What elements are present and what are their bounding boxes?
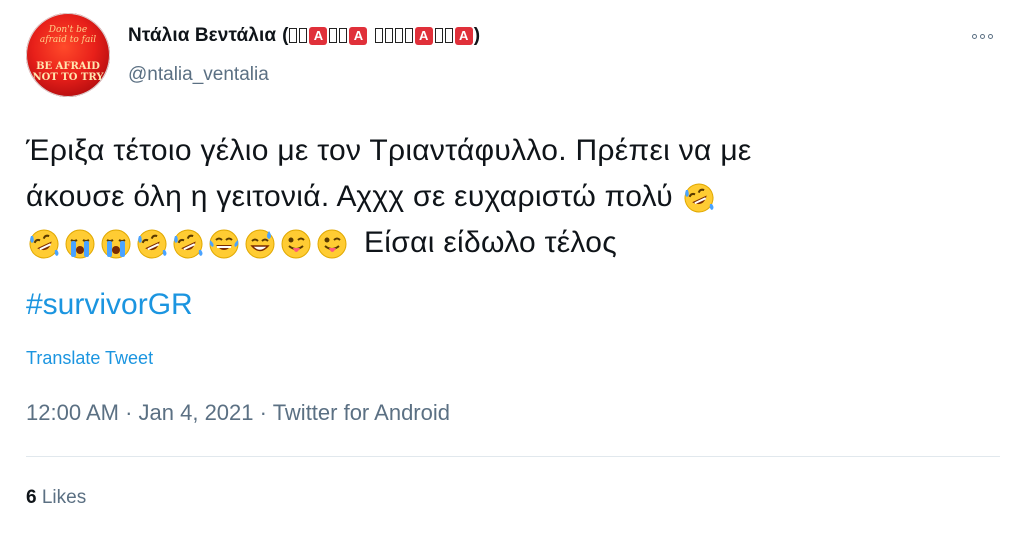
tweet-line-2: άκουσε όλη η γειτονιά. Αχχχ σε ευχαριστώ…	[26, 174, 1006, 220]
loudly-crying-emoji	[64, 228, 96, 260]
tweet-time[interactable]: 12:00 AM	[26, 400, 119, 425]
likes-label: Likes	[41, 487, 87, 508]
tweet-line-3-emojis	[26, 220, 350, 266]
tweet-text: Έριξα τέτοιο γέλιο με τον Τριαντάφυλλο. …	[26, 128, 1006, 266]
likes-number: 6	[26, 487, 37, 508]
winking-tongue-emoji	[280, 228, 312, 260]
rofl-emoji	[172, 228, 204, 260]
avatar[interactable]: Don't be afraid to fail BE AFRAID NOT TO…	[26, 13, 110, 97]
tweet-line-3: Είσαι είδωλο τέλος	[26, 220, 1006, 266]
tweet-line-2-text: άκουσε όλη η γειτονιά. Αχχχ σε ευχαριστώ…	[26, 180, 673, 213]
tweet-date[interactable]: Jan 4, 2021	[139, 400, 254, 425]
name-decoration: (A A A A)	[282, 25, 481, 46]
tweet-meta: 12:00 AM · Jan 4, 2021 · Twitter for And…	[26, 400, 450, 426]
joy-emoji	[208, 228, 240, 260]
tweet-line-2-emojis	[681, 174, 717, 220]
meta-separator: ·	[259, 400, 267, 425]
sweat-smile-emoji	[244, 228, 276, 260]
display-name[interactable]: Ντάλια Βεντάλια	[128, 25, 276, 47]
badge-letter: A	[309, 26, 328, 45]
winking-tongue-emoji	[316, 228, 348, 260]
meta-separator: ·	[125, 400, 133, 425]
more-icon[interactable]	[972, 34, 993, 39]
tweet-line-1: Έριξα τέτοιο γέλιο με τον Τριαντάφυλλο. …	[26, 134, 752, 167]
hashtag-link[interactable]: #survivorGR	[26, 288, 193, 322]
user-handle[interactable]: @ntalia_ventalia	[128, 64, 269, 86]
tweet-source[interactable]: Twitter for Android	[273, 400, 450, 425]
translate-tweet-link[interactable]: Translate Tweet	[26, 348, 153, 369]
rofl-emoji	[683, 182, 715, 214]
user-name-row[interactable]: Ντάλια Βεντάλια (A A A A)	[128, 24, 480, 48]
loudly-crying-emoji	[100, 228, 132, 260]
rofl-emoji	[28, 228, 60, 260]
divider	[26, 456, 1000, 457]
likes-count[interactable]: 6 Likes	[26, 487, 86, 509]
tweet-line-3-text: Είσαι είδωλο τέλος	[364, 226, 618, 259]
rofl-emoji	[136, 228, 168, 260]
